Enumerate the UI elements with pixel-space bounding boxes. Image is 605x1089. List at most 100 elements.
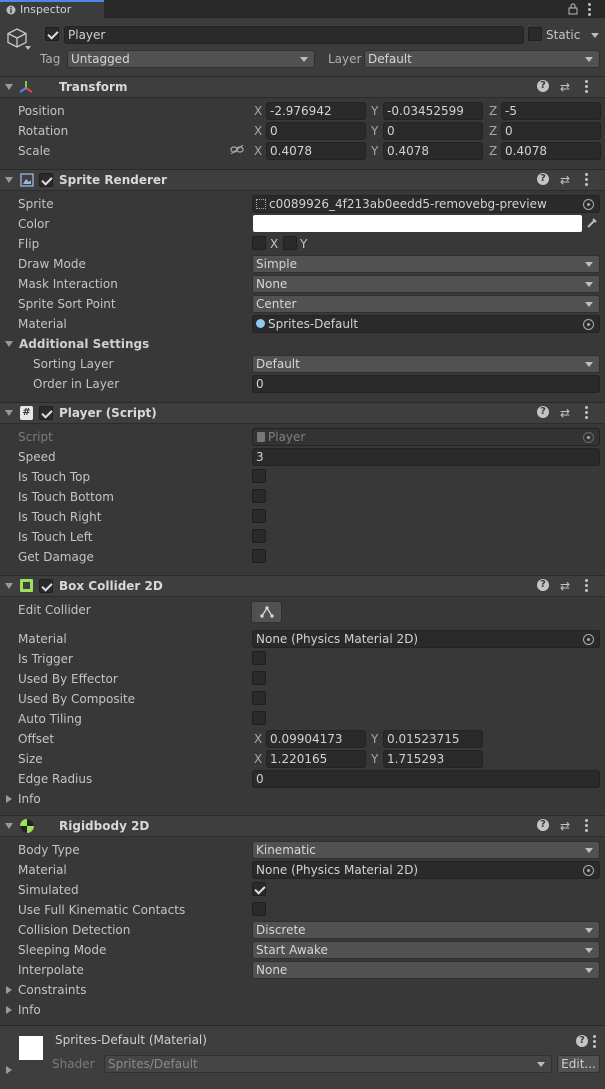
object-picker-icon[interactable] (583, 199, 594, 210)
physics-material-field[interactable]: None (Physics Material 2D) (252, 861, 600, 879)
component-menu-icon[interactable] (585, 579, 589, 593)
component-menu-icon[interactable] (593, 1035, 597, 1048)
is-trigger-checkbox[interactable] (252, 651, 266, 665)
help-icon[interactable]: ? (576, 1035, 588, 1047)
speed-field[interactable]: 3 (252, 448, 600, 466)
foldout-arrow-icon[interactable] (5, 823, 13, 829)
tab-inspector[interactable]: Inspector (0, 0, 104, 18)
flip-x-checkbox[interactable] (252, 236, 266, 250)
player-script-header[interactable]: # Player (Script) ? ⇄ (0, 402, 605, 424)
tag-dropdown[interactable]: Untagged (67, 50, 315, 68)
sprite-sort-point-dropdown[interactable]: Center (252, 295, 600, 313)
scale-x-field[interactable]: 0.4078 (266, 142, 366, 160)
component-menu-icon[interactable] (585, 80, 589, 94)
edit-shader-button[interactable]: Edit... (557, 1055, 600, 1073)
is-touch-left-checkbox[interactable] (252, 529, 266, 543)
help-icon[interactable]: ? (537, 406, 549, 418)
lock-icon[interactable] (568, 3, 578, 15)
additional-settings-foldout-icon[interactable] (5, 341, 13, 347)
position-z-field[interactable]: -5 (501, 102, 601, 120)
component-menu-icon[interactable] (585, 819, 589, 833)
sleeping-mode-dropdown[interactable]: Start Awake (252, 941, 600, 959)
rotation-z-field[interactable]: 0 (501, 122, 601, 140)
is-touch-top-checkbox[interactable] (252, 469, 266, 483)
object-name-field[interactable]: Player (64, 26, 524, 44)
component-menu-icon[interactable] (585, 406, 589, 420)
is-touch-bottom-checkbox[interactable] (252, 489, 266, 503)
rotation-y-field[interactable]: 0 (383, 122, 483, 140)
component-menu-icon[interactable] (585, 173, 589, 187)
mask-interaction-dropdown[interactable]: None (252, 275, 600, 293)
draw-mode-dropdown[interactable]: Simple (252, 255, 600, 273)
presets-icon[interactable]: ⇄ (560, 579, 570, 593)
object-picker-icon[interactable] (583, 634, 594, 645)
edit-collider-button[interactable] (251, 601, 282, 623)
layer-dropdown[interactable]: Default (364, 50, 600, 68)
position-y-field[interactable]: -0.03452599 (383, 102, 483, 120)
component-enabled-checkbox[interactable] (39, 579, 53, 593)
used-by-effector-checkbox[interactable] (252, 671, 266, 685)
info-label[interactable]: Info (18, 1003, 41, 1017)
sprite-renderer-header[interactable]: Sprite Renderer ? ⇄ (0, 169, 605, 191)
active-checkbox[interactable] (45, 27, 59, 41)
body-type-dropdown[interactable]: Kinematic (252, 841, 600, 859)
edge-radius-field[interactable]: 0 (252, 770, 600, 788)
use-full-kinematic-contacts-checkbox[interactable] (252, 902, 266, 916)
foldout-arrow-icon[interactable] (5, 177, 13, 183)
material-object-field[interactable]: Sprites-Default (252, 315, 600, 333)
info-foldout-icon[interactable] (6, 1006, 12, 1014)
offset-y-field[interactable]: 0.01523715 (383, 730, 483, 748)
used-by-composite-checkbox[interactable] (252, 691, 266, 705)
get-damage-checkbox[interactable] (252, 549, 266, 563)
presets-icon[interactable]: ⇄ (560, 80, 570, 94)
offset-x-field[interactable]: 0.09904173 (266, 730, 366, 748)
size-x-field[interactable]: 1.220165 (266, 750, 366, 768)
transform-header[interactable]: Transform ? ⇄ (0, 76, 605, 98)
foldout-arrow-icon[interactable] (5, 84, 13, 90)
flip-y-checkbox[interactable] (283, 236, 297, 250)
static-dropdown-icon[interactable] (591, 33, 599, 38)
object-picker-icon[interactable] (583, 319, 594, 330)
additional-settings-label[interactable]: Additional Settings (19, 337, 149, 351)
shader-dropdown[interactable]: Sprites/Default (104, 1055, 552, 1073)
order-in-layer-field[interactable]: 0 (252, 375, 600, 393)
position-x-field[interactable]: -2.976942 (266, 102, 366, 120)
constrain-proportions-link-icon[interactable] (230, 145, 244, 155)
material-foldout-icon[interactable] (6, 1066, 12, 1074)
color-swatch[interactable] (253, 215, 582, 232)
info-label[interactable]: Info (18, 792, 41, 806)
scale-z-field[interactable]: 0.4078 (501, 142, 601, 160)
presets-icon[interactable]: ⇄ (560, 406, 570, 420)
box-collider-header[interactable]: Box Collider 2D ? ⇄ (0, 575, 605, 597)
constraints-label[interactable]: Constraints (18, 983, 86, 997)
help-icon[interactable]: ? (537, 579, 549, 591)
component-enabled-checkbox[interactable] (39, 173, 53, 187)
icon-dropdown-icon[interactable] (25, 46, 31, 50)
rigidbody-header[interactable]: Rigidbody 2D ? ⇄ (0, 815, 605, 837)
presets-icon[interactable]: ⇄ (560, 819, 570, 833)
auto-tiling-checkbox[interactable] (252, 711, 266, 725)
collision-detection-dropdown[interactable]: Discrete (252, 921, 600, 939)
help-icon[interactable]: ? (537, 173, 549, 185)
info-foldout-icon[interactable] (6, 795, 12, 803)
help-icon[interactable]: ? (537, 819, 549, 831)
static-checkbox[interactable] (528, 27, 542, 41)
help-icon[interactable]: ? (537, 80, 549, 92)
sprite-object-field[interactable]: c0089926_4f213ab0eedd5-removebg-preview (252, 195, 600, 213)
object-picker-icon[interactable] (583, 865, 594, 876)
kebab-menu-icon[interactable] (588, 3, 592, 16)
foldout-arrow-icon[interactable] (5, 410, 13, 416)
physics-material-field[interactable]: None (Physics Material 2D) (252, 630, 600, 648)
rotation-x-field[interactable]: 0 (266, 122, 366, 140)
eyedropper-icon[interactable] (586, 217, 598, 229)
size-y-field[interactable]: 1.715293 (383, 750, 483, 768)
simulated-checkbox[interactable] (252, 882, 266, 896)
is-touch-right-checkbox[interactable] (252, 509, 266, 523)
interpolate-dropdown[interactable]: None (252, 961, 600, 979)
scale-y-field[interactable]: 0.4078 (383, 142, 483, 160)
sorting-layer-dropdown[interactable]: Default (252, 355, 600, 373)
component-enabled-checkbox[interactable] (39, 406, 53, 420)
foldout-arrow-icon[interactable] (5, 583, 13, 589)
constraints-foldout-icon[interactable] (6, 986, 12, 994)
presets-icon[interactable]: ⇄ (560, 173, 570, 187)
